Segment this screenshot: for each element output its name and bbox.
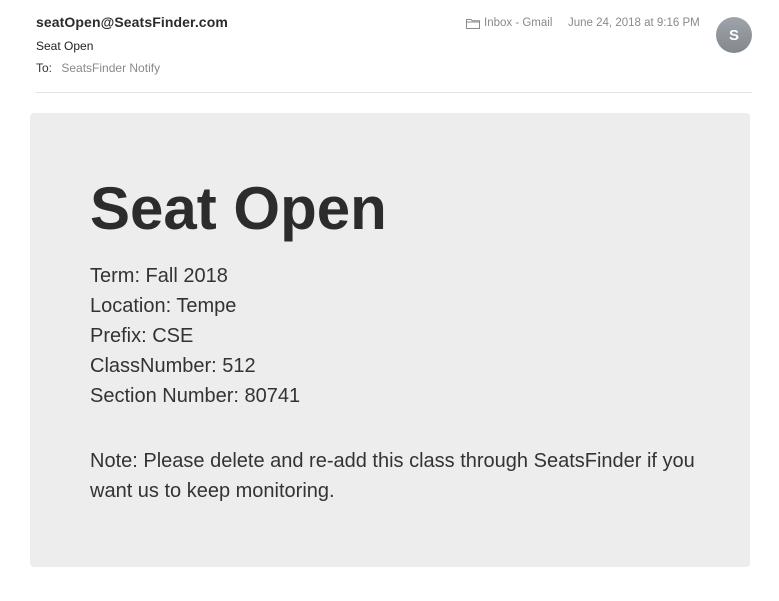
header-divider [36,92,752,93]
monitoring-note: Note: Please delete and re-add this clas… [90,450,695,502]
detail-term: Term: Fall 2018 [90,265,228,287]
detail-prefix: Prefix: CSE [90,325,194,347]
to-label: To: [36,61,53,75]
detail-class-number: ClassNumber: 512 [90,355,256,377]
mailbox-label: Inbox - Gmail [484,17,553,29]
sender-avatar[interactable]: S [716,17,752,53]
detail-section-number: Section Number: 80741 [90,385,301,407]
recipient-name[interactable]: SeatsFinder Notify [61,61,160,75]
email-view: seatOpen@SeatsFinder.com Seat Open To: S… [0,0,779,601]
sender-address[interactable]: seatOpen@SeatsFinder.com [36,14,228,30]
message-title: Seat Open [90,175,387,242]
received-date: June 24, 2018 at 9:16 PM [568,17,700,29]
detail-location: Location: Tempe [90,295,237,317]
folder-icon [466,18,480,29]
class-details: Term: Fall 2018 Location: Tempe Prefix: … [90,261,300,411]
mailbox-location[interactable]: Inbox - Gmail [466,17,552,29]
email-subject: Seat Open [36,39,94,53]
message-card: Seat Open Term: Fall 2018 Location: Temp… [30,113,750,567]
email-header: seatOpen@SeatsFinder.com Seat Open To: S… [0,0,779,93]
recipient-row: To: SeatsFinder Notify [36,61,160,75]
